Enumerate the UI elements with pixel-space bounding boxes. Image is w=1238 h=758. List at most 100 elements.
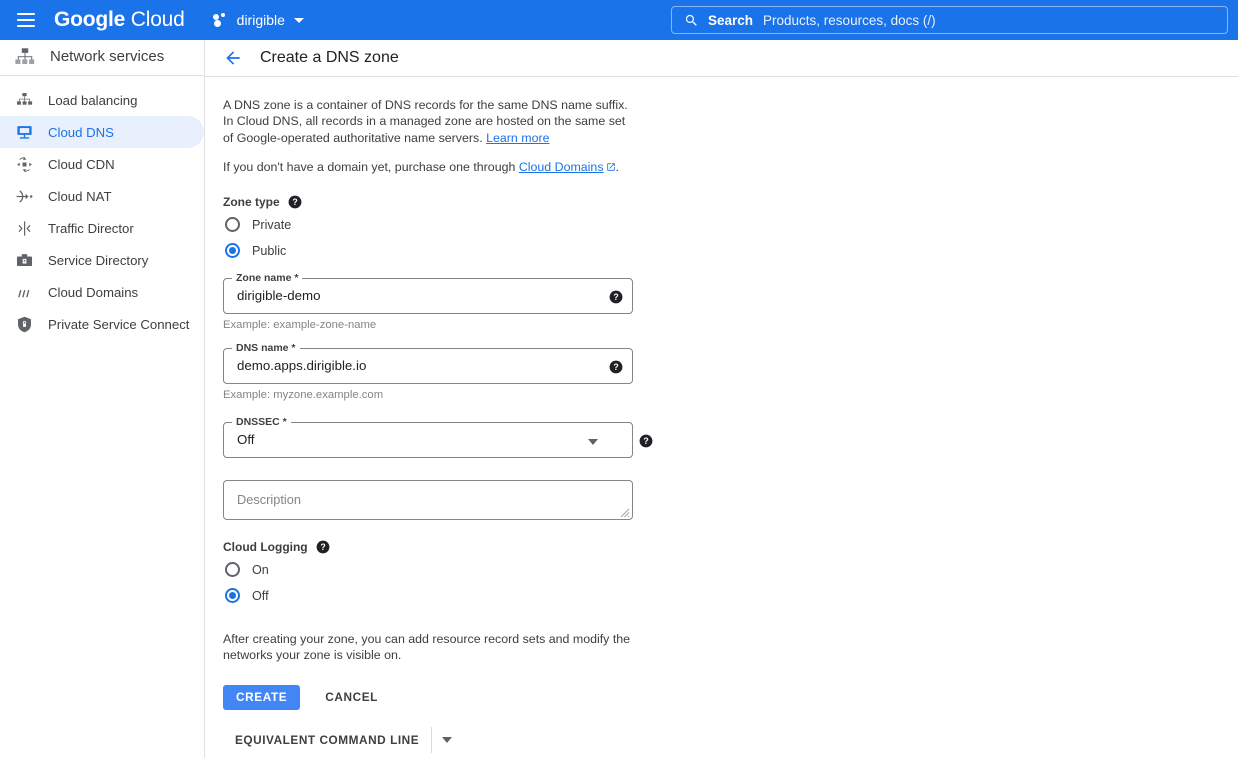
service-directory-icon: [14, 250, 34, 270]
network-topology-icon: [15, 47, 35, 64]
sidebar-item-label: Load balancing: [48, 92, 138, 108]
chevron-down-icon: [293, 17, 304, 23]
sidebar-header: Network services: [0, 40, 204, 76]
help-icon[interactable]: ?: [639, 434, 653, 448]
radio-label: On: [252, 562, 269, 577]
resize-grip-icon[interactable]: [620, 508, 630, 518]
arrow-back-icon[interactable]: [219, 44, 247, 72]
domain-note-text: If you don't have a domain yet, purchase…: [223, 159, 519, 174]
project-selector[interactable]: dirigible: [207, 5, 310, 35]
sidebar-item-cloud-dns[interactable]: Cloud DNS: [0, 116, 204, 148]
svg-text:?: ?: [320, 542, 325, 552]
intro-paragraph: A DNS zone is a container of DNS records…: [223, 97, 635, 146]
brand-cloud: Cloud: [125, 8, 185, 31]
sidebar: Network services Load balancing Cloud DN…: [0, 40, 205, 758]
create-dns-zone-form: A DNS zone is a container of DNS records…: [205, 77, 1238, 753]
sidebar-item-traffic-director[interactable]: Traffic Director: [0, 212, 204, 244]
load-balancing-icon: [14, 90, 34, 110]
cloud-logging-option-on[interactable]: On: [223, 559, 1238, 580]
google-cloud-logo[interactable]: Google Cloud: [54, 8, 185, 32]
search-placeholder: Products, resources, docs (/): [763, 12, 936, 28]
sidebar-item-label: Traffic Director: [48, 220, 134, 236]
private-service-connect-icon: [14, 314, 34, 334]
sidebar-header-title: Network services: [50, 48, 165, 65]
description-textarea[interactable]: Description: [223, 480, 633, 521]
hamburger-menu-icon[interactable]: [8, 2, 44, 38]
dns-name-field[interactable]: DNS name * demo.apps.dirigible.io ?: [223, 342, 633, 385]
zone-type-label-row: Zone type ?: [223, 195, 1238, 209]
chevron-down-icon: [442, 736, 453, 743]
domain-note-paragraph: If you don't have a domain yet, purchase…: [223, 159, 635, 175]
footer-note: After creating your zone, you can add re…: [223, 632, 631, 663]
sidebar-item-label: Cloud Domains: [48, 284, 139, 300]
cloud-logging-label-row: Cloud Logging ?: [223, 540, 1238, 554]
sidebar-item-private-service-connect[interactable]: Private Service Connect: [0, 308, 204, 340]
learn-more-link[interactable]: Learn more: [486, 131, 549, 145]
dns-name-label: DNS name *: [232, 342, 300, 355]
help-icon[interactable]: ?: [316, 540, 330, 554]
cloud-logging-label: Cloud Logging: [223, 540, 308, 555]
top-app-bar: Google Cloud dirigible Search Products, …: [0, 0, 1238, 40]
cloud-cdn-icon: [14, 154, 34, 174]
cancel-button[interactable]: CANCEL: [317, 685, 386, 710]
dnssec-label: DNSSEC *: [232, 416, 291, 429]
cloud-dns-icon: [14, 122, 34, 142]
cloud-domains-icon: [14, 282, 34, 302]
help-icon[interactable]: ?: [288, 195, 302, 209]
sidebar-item-label: Cloud DNS: [48, 124, 114, 140]
dns-name-hint: Example: myzone.example.com: [223, 389, 384, 402]
sidebar-item-load-balancing[interactable]: Load balancing: [0, 84, 204, 116]
svg-text:?: ?: [613, 292, 618, 302]
cloud-domains-link[interactable]: Cloud Domains: [519, 160, 616, 174]
equivalent-command-line-group: EQUIVALENT COMMAND LINE: [223, 726, 1238, 753]
search-input[interactable]: Search Products, resources, docs (/): [671, 6, 1228, 34]
zone-name-field[interactable]: Zone name * dirigible-demo ?: [223, 272, 633, 315]
sidebar-item-cloud-nat[interactable]: Cloud NAT: [0, 180, 204, 212]
zone-name-label: Zone name *: [232, 272, 303, 285]
equivalent-command-line-button[interactable]: EQUIVALENT COMMAND LINE: [223, 727, 431, 753]
radio-label: Public: [252, 243, 287, 258]
radio-label: Private: [252, 217, 292, 232]
radio-logging-off[interactable]: [225, 588, 240, 604]
create-button[interactable]: CREATE: [223, 684, 301, 710]
dnssec-select[interactable]: DNSSEC * Off ?: [223, 416, 653, 459]
zone-type-label: Zone type: [223, 195, 280, 210]
sidebar-item-label: Private Service Connect: [48, 316, 190, 332]
main-content: Create a DNS zone A DNS zone is a contai…: [205, 40, 1238, 758]
dnssec-value: Off: [237, 432, 255, 448]
project-dots-icon: [212, 13, 229, 27]
zone-name-value: dirigible-demo: [237, 288, 321, 304]
form-actions: CREATE CANCEL: [223, 684, 1238, 710]
zone-type-option-public[interactable]: Public: [223, 240, 1238, 261]
domain-note-period: .: [615, 159, 619, 174]
sidebar-item-label: Cloud NAT: [48, 188, 112, 204]
zone-type-option-private[interactable]: Private: [223, 214, 1238, 235]
equivalent-command-line-dropdown[interactable]: [432, 727, 462, 753]
svg-text:?: ?: [613, 362, 618, 372]
traffic-director-icon: [14, 218, 34, 238]
zone-name-hint: Example: example-zone-name: [223, 319, 377, 332]
search-label: Search: [708, 12, 754, 28]
cloud-nat-icon: [14, 186, 34, 206]
description-placeholder: Description: [237, 492, 302, 508]
help-icon[interactable]: ?: [609, 290, 623, 304]
radio-public[interactable]: [225, 243, 240, 259]
sidebar-item-cloud-domains[interactable]: Cloud Domains: [0, 276, 204, 308]
brand-google: Google: [54, 8, 126, 31]
radio-label: Off: [252, 588, 269, 603]
radio-private[interactable]: [225, 217, 240, 233]
external-link-icon: [606, 163, 615, 171]
svg-text:?: ?: [292, 197, 297, 207]
search-icon: [685, 14, 697, 26]
page-title: Create a DNS zone: [260, 49, 399, 66]
sidebar-item-cloud-cdn[interactable]: Cloud CDN: [0, 148, 204, 180]
svg-text:?: ?: [643, 436, 648, 446]
chevron-down-icon[interactable]: [588, 439, 598, 446]
cloud-logging-option-off[interactable]: Off: [223, 585, 1238, 606]
sidebar-item-service-directory[interactable]: Service Directory: [0, 244, 204, 276]
help-icon[interactable]: ?: [609, 360, 623, 374]
sidebar-nav-list: Load balancing Cloud DNS Cloud CDN Cloud…: [0, 76, 204, 340]
intro-text: A DNS zone is a container of DNS records…: [223, 98, 628, 145]
radio-logging-on[interactable]: [225, 562, 240, 578]
dns-name-value: demo.apps.dirigible.io: [237, 358, 367, 374]
